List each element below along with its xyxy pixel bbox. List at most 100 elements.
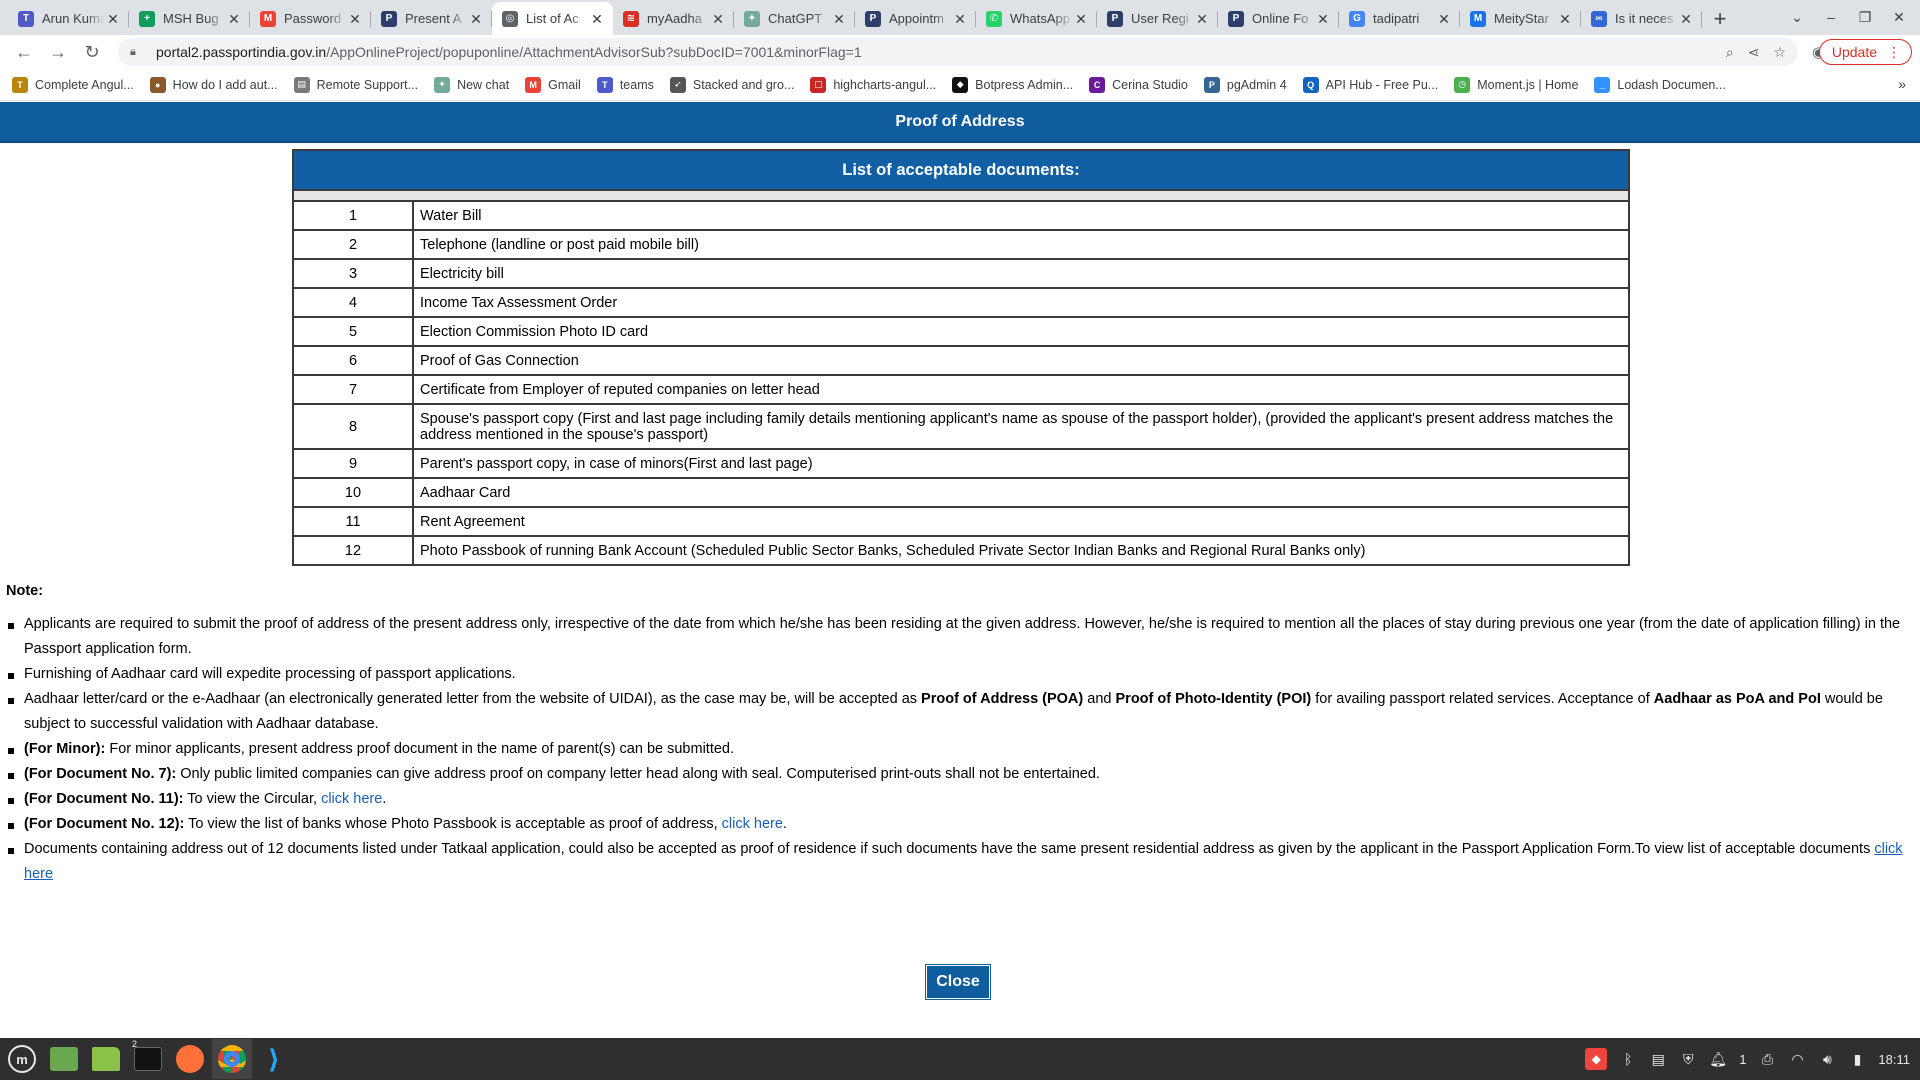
tab-favicon-icon: ✦ (744, 10, 760, 27)
start-menu-icon[interactable]: m (2, 1039, 42, 1079)
browser-tab[interactable]: ✦ ChatGPT ✕ (734, 2, 855, 35)
table-row: 10 Aadhaar Card (292, 477, 1630, 508)
clipboard-icon[interactable]: ▤ (1649, 1050, 1667, 1068)
tab-close-icon[interactable]: ✕ (1678, 11, 1694, 27)
tab-favicon-icon: G (1349, 10, 1365, 27)
bookmark-item[interactable]: ● How do I add aut... (149, 76, 278, 93)
back-icon[interactable]: ← (8, 38, 40, 66)
bookmark-item[interactable]: ➶ Stacked and gro... (669, 76, 794, 93)
documents-table-body: List of acceptable documents: 1 Water Bil… (292, 149, 1630, 566)
circular-link[interactable]: click here (321, 791, 382, 807)
browser-tab[interactable]: Gtadipatri ✕ (1339, 2, 1460, 35)
bookmark-item[interactable]: Tteams (596, 76, 654, 93)
bookmark-item[interactable]: ▢ highcharts-angul... (810, 76, 936, 93)
restore-icon[interactable]: ❐ (1850, 4, 1880, 30)
reload-icon[interactable]: ↻ (76, 38, 108, 66)
bookmark-item[interactable]: M Gmail (525, 76, 581, 93)
tab-close-icon[interactable]: ✕ (952, 11, 968, 27)
zoom-icon[interactable]: ⌕ (1726, 44, 1734, 61)
bookmark-item[interactable]: ◆ Botpress Admin... (952, 76, 1073, 93)
note-text: To view the list of banks whose Photo Pa… (184, 816, 722, 832)
bookmark-item[interactable]: C Cerina Studio (1089, 76, 1188, 93)
files-icon[interactable] (86, 1039, 126, 1079)
browser-tab[interactable]: M Password ✕ (250, 2, 371, 35)
bookmark-item[interactable]: T Complete Angul... (12, 76, 134, 93)
vscode-icon[interactable]: ⟩ (254, 1039, 294, 1079)
tab-title: MSH Bug (163, 11, 219, 26)
browser-tab[interactable]: ✆ WhatsApp ✕ (976, 2, 1097, 35)
update-button[interactable]: Update ⋮ (1818, 39, 1912, 65)
bookmark-favicon-icon: M (525, 76, 542, 93)
bookmark-item[interactable]: Q API Hub - Free Pu... (1302, 76, 1438, 93)
browser-tab[interactable]: + MSH Bug ✕ (129, 2, 250, 35)
browser-tab[interactable]: ◎ List of Ac ✕ (492, 2, 613, 35)
tab-close-icon[interactable]: ✕ (710, 11, 726, 27)
bookmark-item[interactable]: ◷ Moment.js | Home (1454, 76, 1579, 93)
volume-icon[interactable]: 🔊︎ (1818, 1050, 1836, 1068)
browser-tab[interactable]: P Online Fo ✕ (1218, 2, 1339, 35)
document-number: 11 (292, 506, 414, 537)
tab-close-icon[interactable]: ✕ (1194, 11, 1210, 27)
kebab-menu-icon[interactable]: ⋮ (1887, 44, 1901, 61)
tab-title: ChatGPT (768, 11, 823, 26)
firefox-icon[interactable] (170, 1039, 210, 1079)
tab-title: Present A (405, 11, 462, 26)
lock-icon[interactable]: 🔒︎ (130, 46, 146, 59)
table-row: 3 Electricity bill (292, 258, 1630, 289)
bookmark-star-icon[interactable]: ☆ (1773, 44, 1786, 61)
forward-icon[interactable]: → (42, 38, 74, 66)
tab-close-icon[interactable]: ✕ (831, 11, 847, 27)
table-row: 6 Proof of Gas Connection (292, 345, 1630, 376)
tab-close-icon[interactable]: ✕ (1557, 11, 1573, 27)
tab-close-icon[interactable]: ✕ (226, 11, 242, 27)
close-button[interactable]: Close (925, 964, 991, 1000)
bookmark-label: Moment.js | Home (1477, 77, 1579, 92)
note-item: Applicants are required to submit the pr… (6, 612, 1906, 662)
desktop-icon[interactable] (44, 1039, 84, 1079)
new-tab-button[interactable]: + (1702, 2, 1738, 35)
tab-close-icon[interactable]: ✕ (1315, 11, 1331, 27)
document-number: 4 (292, 287, 414, 318)
browser-tab[interactable]: ≋ myAadha ✕ (613, 2, 734, 35)
document-name: Parent's passport copy, in case of minor… (412, 448, 1630, 479)
printer-icon[interactable]: ⎙ (1758, 1050, 1776, 1068)
table-row: 9 Parent's passport copy, in case of mino… (292, 448, 1630, 479)
bookmark-item[interactable]: _ Lodash Documen... (1594, 76, 1726, 93)
close-window-icon[interactable]: ✕ (1884, 4, 1914, 30)
tab-favicon-icon: ∞ (1591, 10, 1607, 27)
bookmark-item[interactable]: ✦ New chat (434, 76, 509, 93)
browser-tab[interactable]: P Present A ✕ (371, 2, 492, 35)
anydesk-icon[interactable]: ◆ (1585, 1048, 1608, 1070)
battery-icon[interactable]: ▮ (1848, 1050, 1866, 1068)
chrome-icon[interactable] (212, 1039, 252, 1079)
document-number: 2 (292, 229, 414, 260)
browser-tab[interactable]: P Appointm ✕ (855, 2, 976, 35)
browser-tab[interactable]: ∞ Is it neces ✕ (1581, 2, 1702, 35)
document-number: 7 (292, 374, 414, 405)
tab-search-icon[interactable]: ⌄ (1782, 4, 1812, 30)
tab-close-icon[interactable]: ✕ (1073, 11, 1089, 27)
notification-icon[interactable]: 🔔︎ (1709, 1050, 1727, 1068)
wifi-icon[interactable]: ◠ (1788, 1050, 1806, 1068)
address-bar[interactable]: 🔒︎ portal2.passportindia.gov.in/AppOnlin… (118, 38, 1798, 66)
banks-list-link[interactable]: click here (722, 816, 783, 832)
bluetooth-icon[interactable]: ᛒ (1619, 1050, 1637, 1068)
tab-close-icon[interactable]: ✕ (105, 11, 121, 27)
browser-tab[interactable]: T Arun Kumar ✕ (8, 2, 129, 35)
shield-icon[interactable]: ⛨ (1679, 1050, 1697, 1068)
browser-tab[interactable]: P User Regi ✕ (1097, 2, 1218, 35)
minimize-icon[interactable]: – (1816, 4, 1846, 30)
bookmarks-overflow-icon[interactable]: » (1898, 76, 1906, 92)
bookmark-item[interactable]: ▤ Remote Support... (293, 76, 418, 93)
tab-close-icon[interactable]: ✕ (347, 11, 363, 27)
clock[interactable]: 18:11 (1878, 1052, 1910, 1067)
terminal-icon[interactable]: 2 (128, 1039, 168, 1079)
tab-close-icon[interactable]: ✕ (589, 11, 605, 27)
bookmarks-container: T Complete Angul... ● How do I add aut... ▤ R… (12, 76, 1742, 93)
document-name: Spouse's passport copy (First and last p… (412, 403, 1630, 450)
browser-tab[interactable]: M MeityStar ✕ (1460, 2, 1581, 35)
tab-close-icon[interactable]: ✕ (1436, 11, 1452, 27)
tab-close-icon[interactable]: ✕ (468, 11, 484, 27)
share-icon[interactable]: ⋖ (1748, 44, 1760, 61)
bookmark-item[interactable]: PpgAdmin 4 (1203, 76, 1287, 93)
